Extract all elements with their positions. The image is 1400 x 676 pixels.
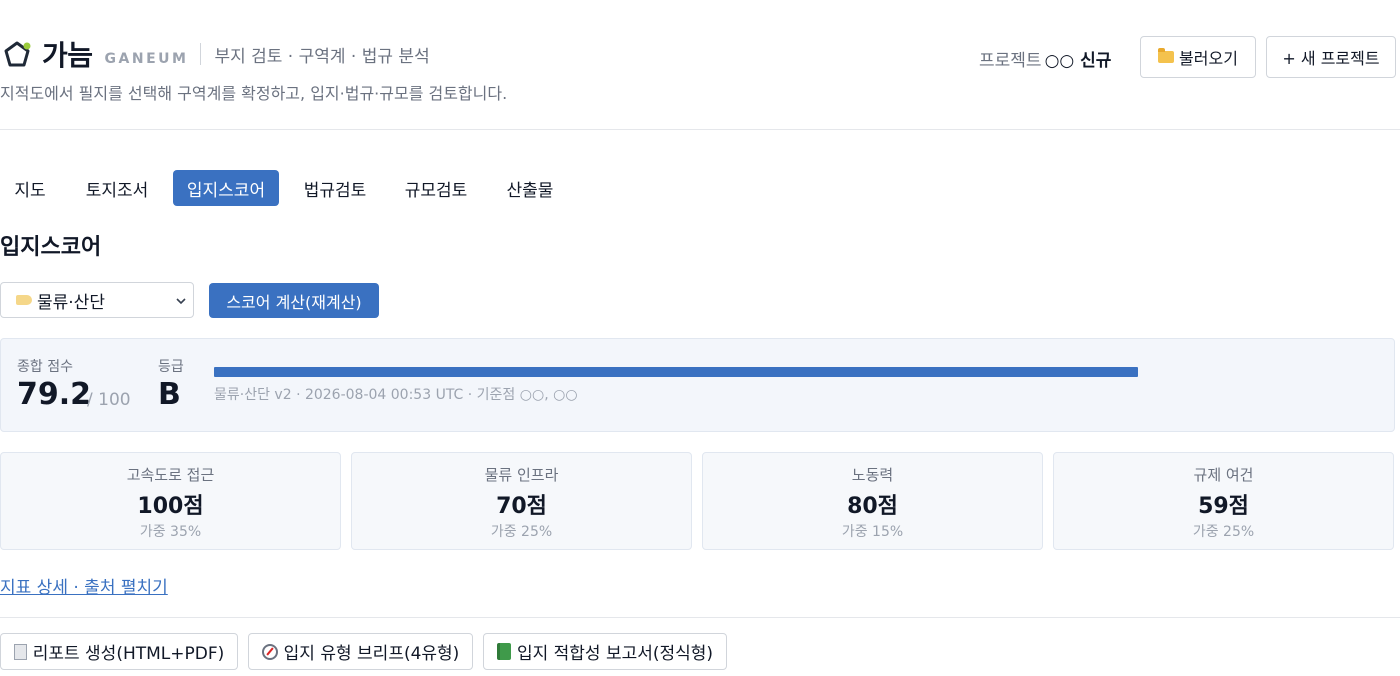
new-project-button[interactable]: + 새 프로젝트 xyxy=(1266,36,1396,78)
metric-label: 고속도로 접근 xyxy=(126,466,215,484)
metric-value: 80점 xyxy=(847,494,898,519)
location-brief-button[interactable]: 입지 유형 브리프(4유형) xyxy=(248,633,473,670)
app-header: 가늠 GANEUM 부지 검토 · 구역계 · 법규 분석 지적도에서 필지를 … xyxy=(0,0,1400,130)
brand-name: 가늠 xyxy=(42,39,93,72)
tab-label: 입지스코어 xyxy=(186,180,266,201)
tab-deliverables[interactable]: 산출물 xyxy=(492,170,568,206)
book-icon xyxy=(496,643,511,660)
tab-location-score[interactable]: 입지스코어 xyxy=(173,170,279,206)
preset-select[interactable]: 물류·산단 xyxy=(0,282,194,318)
suitability-report-button[interactable]: 입지 적합성 보고서(정식형) xyxy=(483,633,727,670)
details-toggle-link[interactable]: 지표 상세 · 출처 펼치기 xyxy=(0,573,168,598)
generate-report-button[interactable]: 리포트 생성(HTML+PDF) xyxy=(0,633,238,670)
metric-weight: 가중 25% xyxy=(1192,524,1255,540)
section-divider xyxy=(0,617,1400,618)
tab-label: 지도 xyxy=(14,180,46,201)
load-project-button[interactable]: 불러오기 xyxy=(1140,36,1256,78)
folder-icon xyxy=(1158,48,1175,63)
brand-tagline: 부지 검토 · 구역계 · 법규 분석 xyxy=(214,46,430,67)
chevron-down-icon xyxy=(176,298,186,305)
suitability-report-label: 입지 적합성 보고서(정식형) xyxy=(516,644,714,664)
tab-label: 규모검토 xyxy=(404,180,468,201)
grade-label: 등급 xyxy=(158,359,184,375)
calculate-score-button-label: 스코어 계산(재계산) xyxy=(226,292,362,312)
tab-label: 토지조서 xyxy=(85,180,149,201)
score-meta: 물류·산단 v2 · 2026-08-04 00:53 UTC · 기준점 ○○… xyxy=(214,387,578,403)
project-label: 프로젝트 xyxy=(979,51,1042,71)
metric-value: 100점 xyxy=(137,494,204,519)
metric-card-labor-force: 노동력 80점 가중 15% xyxy=(702,452,1043,550)
tab-label: 산출물 xyxy=(506,180,554,201)
grade-value: B xyxy=(158,377,181,412)
compass-icon xyxy=(261,643,278,660)
load-button-label: 불러오기 xyxy=(1179,49,1238,68)
score-progress-fill xyxy=(214,367,1139,377)
metric-label: 규제 여건 xyxy=(1193,466,1254,484)
new-project-button-label: + 새 프로젝트 xyxy=(1282,49,1380,68)
metric-weight: 가중 35% xyxy=(139,524,202,540)
brand-subname: GANEUM xyxy=(104,51,189,67)
tab-regulation-review[interactable]: 법규검토 xyxy=(290,170,380,206)
document-icon xyxy=(13,643,27,660)
tag-icon xyxy=(16,295,32,305)
calculate-score-button[interactable]: 스코어 계산(재계산) xyxy=(209,283,379,318)
metric-weight: 가중 15% xyxy=(841,524,904,540)
metric-card-logistics-infra: 물류 인프라 70점 가중 25% xyxy=(351,452,692,550)
metric-weight: 가중 25% xyxy=(490,524,553,540)
page-subtitle: 지적도에서 필지를 선택해 구역계를 확정하고, 입지·법규·규모를 검토합니다… xyxy=(0,84,508,103)
score-progress-bar xyxy=(214,367,1381,377)
preset-select-value: 물류·산단 xyxy=(37,292,105,313)
score-summary-panel: 종합 점수 79.2 / 100 등급 B 물류·산단 v2 · 2026-08… xyxy=(0,338,1395,432)
metric-value: 59점 xyxy=(1198,494,1249,519)
generate-report-label: 리포트 생성(HTML+PDF) xyxy=(32,644,225,664)
tab-map[interactable]: 지도 xyxy=(0,170,60,206)
section-title: 입지스코어 xyxy=(0,235,102,260)
tab-scale-review[interactable]: 규모검토 xyxy=(391,170,481,206)
total-score-label: 종합 점수 xyxy=(17,359,73,375)
project-info: 프로젝트 ○○ 신규 xyxy=(979,46,1111,71)
brand-divider xyxy=(200,43,202,65)
metric-label: 물류 인프라 xyxy=(484,466,559,484)
pentagon-logo-icon xyxy=(4,41,31,67)
location-brief-label: 입지 유형 브리프(4유형) xyxy=(283,644,460,664)
tab-label: 법규검토 xyxy=(303,180,367,201)
total-score-max: / 100 xyxy=(87,390,131,410)
metric-value: 70점 xyxy=(496,494,547,519)
total-score-value: 79.2 xyxy=(17,377,92,412)
metric-card-highway-access: 고속도로 접근 100점 가중 35% xyxy=(0,452,341,550)
metric-card-regulation: 규제 여건 59점 가중 25% xyxy=(1053,452,1394,550)
tab-land-survey[interactable]: 토지조서 xyxy=(72,170,162,206)
brand: 가늠 GANEUM 부지 검토 · 구역계 · 법규 분석 xyxy=(2,34,430,74)
metric-label: 노동력 xyxy=(851,466,894,484)
project-name: ○○ 신규 xyxy=(1044,51,1112,71)
